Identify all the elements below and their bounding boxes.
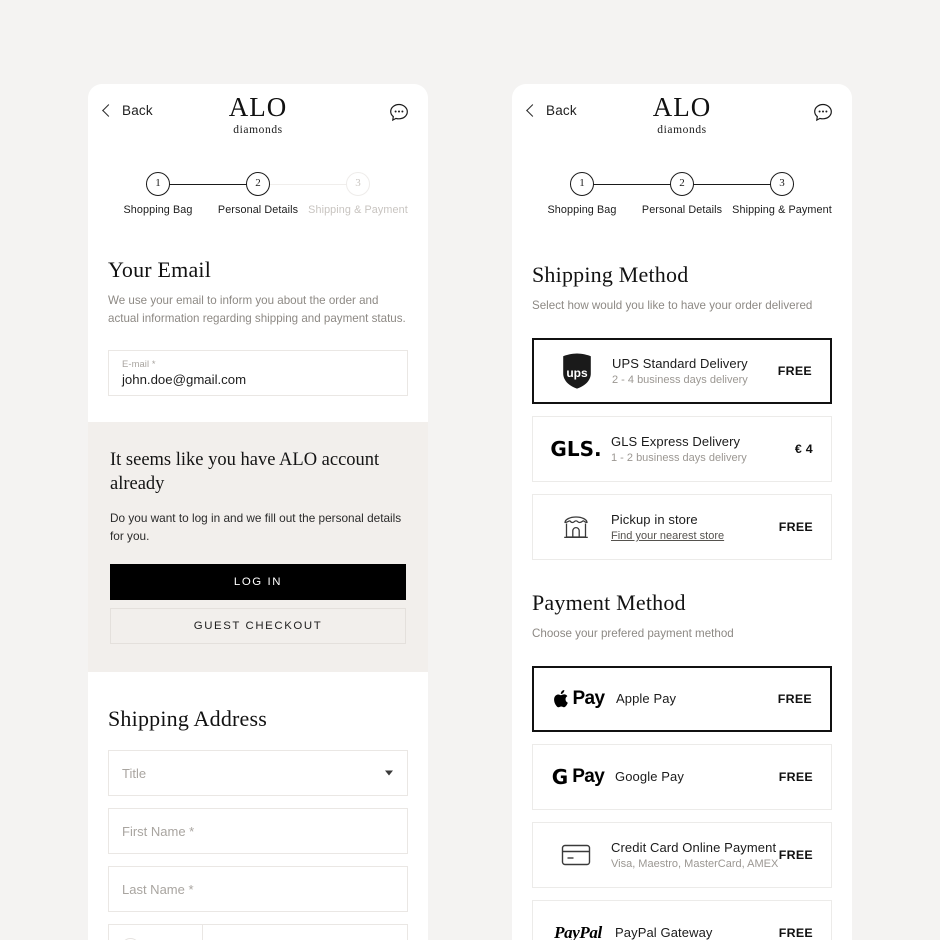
checkout-stepper: 1 Shopping Bag 2 Personal Details 3 Ship… — [532, 167, 832, 229]
payment-option-apple-pay[interactable]: Pay Apple Pay FREE — [532, 665, 832, 732]
checkout-panel-personal-details: Back ALO diamonds 1 Shopping Bag 2 Perso… — [88, 84, 428, 940]
step-label: Personal Details — [217, 204, 299, 216]
brand-name: ALO — [228, 92, 288, 122]
step-label: Shopping Bag — [547, 204, 617, 216]
shipping-option-title: GLS Express Delivery — [611, 433, 741, 449]
step-number: 1 — [570, 172, 594, 196]
panel-header: Back ALO diamonds — [512, 84, 852, 146]
apple-pay-logo-icon: Pay — [548, 688, 610, 710]
brand-logo: ALO diamonds — [512, 92, 852, 137]
title-select-placeholder: Title — [122, 765, 147, 781]
email-field-value: john.doe@gmail.com — [122, 371, 247, 387]
shipping-option-sub: 1 - 2 business days delivery — [611, 451, 747, 464]
payment-option-title: Credit Card Online Payment — [611, 839, 777, 855]
stepper-step-shipping-payment[interactable]: 3 Shipping & Payment — [732, 167, 832, 216]
last-name-input[interactable]: Last Name * — [108, 866, 408, 913]
payment-option-credit-card[interactable]: Credit Card Online Payment Visa, Maestro… — [532, 821, 832, 888]
telephone-number-input[interactable]: Telephone number * — [203, 924, 408, 940]
first-name-placeholder: First Name * — [122, 823, 195, 839]
google-pay-wordmark: Pay — [572, 765, 605, 787]
step-number: 1 — [146, 172, 170, 196]
log-in-button[interactable]: LOG IN — [110, 564, 406, 601]
step-label: Shipping & Payment — [308, 204, 408, 216]
stepper-step-shipping-payment[interactable]: 3 Shipping & Payment — [308, 167, 408, 216]
paypal-wordmark: PayPal — [554, 922, 602, 940]
ups-logo-icon: ups — [548, 352, 606, 390]
payment-method-description: Choose your prefered payment method — [532, 626, 734, 640]
screen: Back ALO diamonds 1 Shopping Bag 2 Perso… — [0, 0, 940, 940]
stepper-step-personal-details[interactable]: 2 Personal Details — [208, 167, 308, 216]
step-number: 2 — [246, 172, 270, 196]
payment-option-paypal[interactable]: PayPal PayPal Gateway FREE — [532, 899, 832, 940]
chat-bubble-icon[interactable] — [386, 100, 412, 126]
chat-bubble-icon[interactable] — [810, 100, 836, 126]
title-select[interactable]: Title — [108, 750, 408, 797]
panel-body: Shipping Method Select how would you lik… — [512, 229, 852, 940]
guest-checkout-button[interactable]: GUEST CHECKOUT — [110, 608, 406, 645]
payment-option-price: FREE — [778, 769, 813, 784]
payment-option-title: Apple Pay — [616, 691, 677, 707]
brand-tagline: diamonds — [233, 124, 283, 136]
store-icon — [547, 512, 605, 542]
step-label: Shipping & Payment — [732, 204, 832, 216]
brand-tagline: diamonds — [657, 124, 707, 136]
payment-option-google-pay[interactable]: G Pay Google Pay FREE — [532, 743, 832, 810]
panel-body: Your Email We use your email to inform y… — [88, 229, 428, 940]
gls-logo-icon: GLS. — [550, 436, 602, 461]
existing-account-box: It seems like you have ALO account alrea… — [88, 421, 428, 673]
stepper-step-personal-details[interactable]: 2 Personal Details — [632, 167, 732, 216]
last-name-placeholder: Last Name * — [122, 881, 194, 897]
existing-account-description: Do you want to log in and we fill out th… — [110, 510, 402, 544]
shipping-method-title: Shipping Method — [532, 262, 689, 287]
paypal-logo-icon: PayPal — [547, 923, 609, 940]
google-pay-logo-icon: G Pay — [547, 765, 609, 789]
your-email-description: We use your email to inform you about th… — [108, 294, 406, 325]
step-number: 2 — [670, 172, 694, 196]
existing-account-title: It seems like you have ALO account alrea… — [110, 449, 380, 495]
shipping-option-price: FREE — [777, 363, 812, 378]
payment-option-price: FREE — [778, 847, 813, 862]
shipping-option-sub: 2 - 4 business days delivery — [612, 373, 748, 386]
shipping-address-form: Title First Name * Last Name * +420 — [108, 750, 408, 940]
shipping-option-title: UPS Standard Delivery — [612, 355, 748, 371]
payment-option-title: PayPal Gateway — [615, 925, 713, 940]
shipping-option-price: FREE — [778, 519, 813, 534]
stepper-step-shopping-bag[interactable]: 1 Shopping Bag — [532, 167, 632, 216]
step-number: 3 — [770, 172, 794, 196]
country-code-select[interactable]: +420 — [108, 924, 203, 940]
email-field[interactable]: E-mail * john.doe@gmail.com — [108, 349, 408, 396]
chevron-down-icon — [385, 770, 393, 776]
brand-name: ALO — [652, 92, 712, 122]
email-field-label: E-mail * — [122, 357, 156, 369]
google-g-glyph: G — [551, 764, 569, 789]
svg-text:ups: ups — [566, 366, 588, 380]
stepper-step-shopping-bag[interactable]: 1 Shopping Bag — [108, 167, 208, 216]
payment-option-price: FREE — [778, 925, 813, 940]
payment-option-sub: Visa, Maestro, MasterCard, AMEX — [611, 857, 779, 870]
checkout-stepper: 1 Shopping Bag 2 Personal Details 3 Ship… — [108, 167, 408, 229]
shipping-option-pickup[interactable]: Pickup in store Find your nearest store … — [532, 493, 832, 560]
shipping-option-price: € 4 — [794, 441, 813, 456]
checkout-panel-shipping-payment: Back ALO diamonds 1 Shopping Bag 2 Perso… — [512, 84, 852, 940]
shipping-option-title: Pickup in store — [611, 511, 698, 527]
shipping-option-sub[interactable]: Find your nearest store — [611, 530, 779, 542]
step-label: Personal Details — [641, 204, 723, 216]
credit-card-icon — [547, 843, 605, 867]
shipping-option-gls[interactable]: GLS. GLS Express Delivery 1 - 2 business… — [532, 415, 832, 482]
shipping-address-title: Shipping Address — [108, 706, 268, 732]
first-name-input[interactable]: First Name * — [108, 808, 408, 855]
apple-pay-wordmark: Pay — [572, 687, 605, 709]
telephone-row: +420 Telephone number * — [108, 924, 408, 940]
your-email-title: Your Email — [108, 257, 212, 282]
step-label: Shopping Bag — [123, 204, 193, 216]
brand-logo: ALO diamonds — [88, 92, 428, 137]
shipping-method-description: Select how would you like to have your o… — [532, 299, 813, 312]
payment-option-title: Google Pay — [615, 769, 684, 785]
panel-header: Back ALO diamonds — [88, 84, 428, 146]
shipping-option-ups[interactable]: ups UPS Standard Delivery 2 - 4 business… — [532, 337, 832, 404]
payment-method-title: Payment Method — [532, 589, 686, 615]
payment-option-price: FREE — [777, 691, 812, 706]
step-number: 3 — [346, 172, 370, 196]
